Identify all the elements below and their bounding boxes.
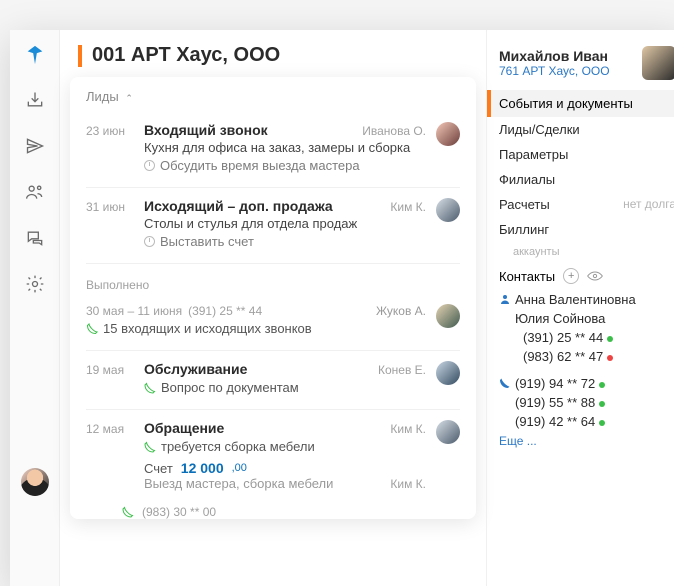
clock-icon [144, 160, 155, 171]
clock-icon [144, 236, 155, 247]
status-dot [607, 355, 613, 361]
title-accent [78, 45, 82, 67]
section-payments[interactable]: Расчетынет долга [499, 192, 674, 217]
nav-sidebar [10, 30, 60, 586]
event-item[interactable]: 31 июн Исходящий – доп. продажа Ким К. С… [86, 188, 460, 264]
phone-in-out-icon [86, 323, 98, 335]
status-dot [599, 401, 605, 407]
more-link[interactable]: Еще ... [499, 431, 674, 448]
contact-phone[interactable]: (919) 94 ** 72 [499, 374, 674, 393]
gear-icon[interactable] [23, 272, 47, 296]
event-assignee: Ким К. [390, 477, 426, 491]
filter-dropdown[interactable]: Лиды ⌃ [86, 87, 460, 112]
event-desc: Кухня для офиса на заказ, замеры и сборк… [144, 140, 426, 155]
contact-phone[interactable]: (391) 25 ** 44 [499, 328, 674, 347]
event-task: Обсудить время выезда мастера [144, 158, 426, 173]
event-assignee: Конев Е. [378, 363, 426, 377]
person-avatar [642, 46, 674, 80]
event-item[interactable]: 19 мая Обслуживание Конев Е. Вопрос по д… [86, 351, 460, 410]
event-assignee: Ким К. [390, 422, 426, 436]
app-logo [24, 44, 46, 66]
event-headline: Обслуживание [144, 361, 247, 377]
payments-hint: нет долга [623, 197, 674, 212]
people-icon[interactable] [23, 180, 47, 204]
contact-phone[interactable]: (919) 42 ** 64 [499, 412, 674, 431]
invoice-label: Счет [144, 461, 173, 476]
contact-phone[interactable]: (919) 55 ** 88 [499, 393, 674, 412]
event-date: 23 июн [86, 122, 134, 173]
contacts-label: Контакты [499, 269, 555, 284]
event-summary[interactable]: 30 мая – 11 июня (391) 25 ** 44 Жуков А.… [86, 300, 460, 351]
section-params[interactable]: Параметры [499, 142, 674, 167]
event-item[interactable]: 12 мая Обращение Ким К. требуется сборка… [86, 410, 460, 505]
event-assignee: Ким К. [390, 200, 426, 214]
filter-label: Лиды [86, 89, 119, 104]
accounts-sublabel: аккаунты [499, 242, 674, 262]
event-item[interactable]: 23 июн Входящий звонок Иванова О. Кухня … [86, 112, 460, 188]
status-dot [599, 382, 605, 388]
done-range: 30 мая – 11 июня [86, 304, 182, 318]
assignee-avatar [436, 198, 460, 222]
person-company-link[interactable]: 761 АРТ Хаус, ООО [499, 64, 634, 78]
status-dot [607, 336, 613, 342]
event-assignee: Иванова О. [362, 124, 426, 138]
section-events-docs[interactable]: События и документы [487, 90, 674, 117]
add-contact-button[interactable]: + [563, 268, 579, 284]
contact-person[interactable]: Юлия Сойнова [499, 309, 674, 328]
chevron-up-icon: ⌃ [125, 93, 133, 103]
event-assignee: Жуков А. [376, 304, 426, 318]
assignee-avatar [436, 420, 460, 444]
assignee-avatar [436, 304, 460, 328]
done-section-label: Выполнено [86, 264, 460, 300]
send-icon[interactable] [23, 134, 47, 158]
event-date: 31 июн [86, 198, 134, 249]
contact-phone[interactable]: (983) 62 ** 47 [499, 347, 674, 366]
event-task: Выставить счет [144, 234, 426, 249]
feed-card: Лиды ⌃ 23 июн Входящий звонок Иванова О.… [70, 77, 476, 519]
event-headline: Исходящий – доп. продажа [144, 198, 333, 214]
phone-icon [144, 441, 156, 453]
contact-person[interactable]: Анна Валентиновна [499, 290, 674, 309]
assignee-avatar [436, 361, 460, 385]
phone-icon [122, 506, 134, 518]
event-desc: Вопрос по документам [161, 380, 299, 395]
calls-summary: 15 входящих и исходящих звонков [103, 321, 312, 336]
event-headline: Входящий звонок [144, 122, 268, 138]
invoice-note: Выезд мастера, сборка мебели [144, 476, 333, 491]
right-panel: Михайлов Иван 761 АРТ Хаус, ООО События … [486, 30, 674, 586]
inbox-icon[interactable] [23, 88, 47, 112]
section-branches[interactable]: Филиалы [499, 167, 674, 192]
page-title: 001 АРТ Хаус, ООО [92, 44, 280, 67]
current-user-avatar[interactable] [21, 468, 49, 496]
event-date: 12 мая [86, 420, 134, 491]
phone-icon [144, 382, 156, 394]
section-billing[interactable]: Биллинг [499, 217, 674, 242]
event-headline: Обращение [144, 420, 224, 436]
assignee-avatar [436, 122, 460, 146]
done-range-phone: (391) 25 ** 44 [188, 304, 262, 318]
phone-icon [499, 377, 511, 389]
chat-icon[interactable] [23, 226, 47, 250]
event-desc: требуется сборка мебели [161, 439, 315, 454]
person-icon [499, 293, 511, 305]
person-name: Михайлов Иван [499, 48, 634, 64]
invoice-amount: 12 000 [181, 460, 224, 476]
eye-icon[interactable] [587, 271, 603, 281]
section-leads[interactable]: Лиды/Сделки [499, 117, 674, 142]
event-desc: Столы и стулья для отдела продаж [144, 216, 426, 231]
status-dot [599, 420, 605, 426]
bottom-phone: (983) 30 ** 00 [142, 505, 216, 519]
event-date: 19 мая [86, 361, 134, 395]
